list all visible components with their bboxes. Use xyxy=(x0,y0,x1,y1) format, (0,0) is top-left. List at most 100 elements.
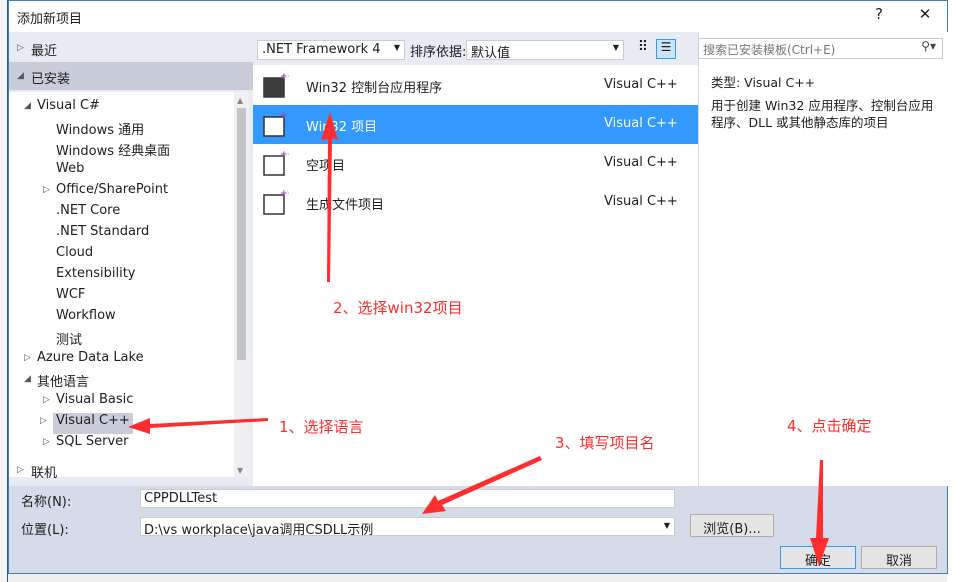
tree-item-label: Cloud xyxy=(56,245,94,260)
template-name: Win32 控制台应用程序 xyxy=(306,81,443,96)
title-bar: 添加新项目 xyxy=(9,1,947,32)
annotation-4: 4、点击确定 xyxy=(787,417,872,435)
name-input[interactable]: CPPDLLTest xyxy=(140,489,675,508)
cancel-button[interactable]: 取消 xyxy=(861,546,937,569)
scrollbar-thumb[interactable] xyxy=(237,108,246,360)
template-toolbar: .NET Framework 4 ▼ 排序依据: 默认值 ▼ ⠿ ☰ xyxy=(253,32,698,65)
search-placeholder: 搜索已安装模板(Ctrl+E) xyxy=(703,43,836,57)
svg-text:++: ++ xyxy=(280,150,289,160)
tree-item-label: Workflow xyxy=(56,308,116,323)
category-label: 已安装 xyxy=(31,72,71,87)
tree-item[interactable]: Windows 经典桌面 xyxy=(56,140,170,161)
category-online[interactable]: ▷ 联机 xyxy=(9,456,253,484)
tree-item-label: Windows 通用 xyxy=(56,123,145,138)
chevron-down-icon: ▼ xyxy=(393,43,400,52)
cpp-project-icon: ++ xyxy=(263,150,289,176)
tree-item[interactable]: Workflow xyxy=(56,308,116,329)
tree-item-label: Web xyxy=(56,161,85,176)
tree-item-label: .NET Core xyxy=(56,203,121,218)
template-description: 用于创建 Win32 应用程序、控制台应用程序、DLL 或其他静态库的项目 xyxy=(711,98,934,130)
template-language: Visual C++ xyxy=(604,155,678,170)
tree-item[interactable]: ◢ Visual C# xyxy=(24,98,100,119)
tree-item[interactable]: Extensibility xyxy=(56,266,136,287)
framework-value: .NET Framework 4 xyxy=(262,42,381,57)
location-input[interactable]: D:\vs workplace\java调用CSDLL示例 ▼ xyxy=(140,517,675,538)
browse-button[interactable]: 浏览(B)... xyxy=(690,514,774,537)
tree-item[interactable]: ▷ Visual C++ xyxy=(40,413,133,434)
tree-item[interactable]: WCF xyxy=(56,287,85,308)
tree-item-label: 其他语言 xyxy=(37,375,90,390)
tree-item[interactable]: 测试 xyxy=(56,329,82,350)
close-button[interactable]: ✕ xyxy=(913,5,937,27)
dialog-title: 添加新项目 xyxy=(17,12,83,27)
tree-item[interactable]: Cloud xyxy=(56,245,93,266)
category-label: 最近 xyxy=(31,44,58,59)
ok-button[interactable]: 确定 xyxy=(780,546,856,569)
tree-item[interactable]: ▷ Azure Data Lake xyxy=(24,350,144,371)
tree-item[interactable]: Web xyxy=(56,161,84,182)
sort-select[interactable]: 默认值 ▼ xyxy=(466,40,624,61)
tree-scrollbar[interactable]: ▲ ▼ xyxy=(234,92,249,477)
tree-item-label: Visual C# xyxy=(37,98,100,113)
collapse-icon[interactable]: ◢ xyxy=(24,101,31,111)
tree-item[interactable]: ▷ Visual Basic xyxy=(43,392,134,413)
expand-icon[interactable]: ▷ xyxy=(43,185,50,195)
sort-value: 默认值 xyxy=(471,46,511,61)
tree-item-label: Windows 经典桌面 xyxy=(56,144,171,159)
tree-item-label: WCF xyxy=(56,287,86,302)
tree-item[interactable]: ▷ Office/SharePoint xyxy=(43,182,169,203)
framework-select[interactable]: .NET Framework 4 ▼ xyxy=(257,40,405,60)
template-language: Visual C++ xyxy=(604,194,678,209)
tree-item[interactable]: Windows 通用 xyxy=(56,119,144,140)
category-recent[interactable]: ▷ 最近 xyxy=(9,34,253,62)
tree-item-label: SQL Server xyxy=(56,434,129,449)
template-item[interactable]: ++ 空项目 Visual C++ xyxy=(253,144,698,183)
collapse-icon[interactable]: ◢ xyxy=(24,374,31,384)
list-view-icon[interactable]: ☰ xyxy=(656,39,676,59)
tree-item-label: Visual Basic xyxy=(56,392,134,407)
expand-icon[interactable]: ▷ xyxy=(24,353,31,363)
tree-item-label: Office/SharePoint xyxy=(56,182,169,197)
expand-icon[interactable]: ▷ xyxy=(40,416,47,426)
tree-item[interactable]: .NET Core xyxy=(56,203,120,224)
svg-text:++: ++ xyxy=(280,72,289,82)
chevron-down-icon: ▼ xyxy=(612,43,619,52)
help-button[interactable]: ? xyxy=(867,5,891,27)
sort-label: 排序依据: xyxy=(410,45,467,60)
template-language: Visual C++ xyxy=(604,77,678,92)
template-type: 类型: Visual C++ xyxy=(711,75,816,90)
scroll-up-icon[interactable]: ▲ xyxy=(237,96,243,105)
search-input[interactable]: 搜索已安装模板(Ctrl+E) ⚲▾ xyxy=(698,38,943,59)
annotation-3: 3、填写项目名 xyxy=(555,434,655,452)
tree-item-label: Visual C++ xyxy=(56,413,130,428)
template-item[interactable]: ++ Win32 控制台应用程序 Visual C++ xyxy=(253,66,698,105)
svg-text:++: ++ xyxy=(280,189,289,199)
cpp-project-icon: ++ xyxy=(263,189,289,215)
expand-icon[interactable]: ▷ xyxy=(43,437,50,447)
category-installed[interactable]: ◢ 已安装 xyxy=(9,62,253,90)
search-icon: ⚲▾ xyxy=(921,39,936,53)
tree-item-label: Extensibility xyxy=(56,266,136,281)
annotation-1: 1、选择语言 xyxy=(279,418,364,436)
category-label: 联机 xyxy=(31,466,58,481)
background-window-right xyxy=(947,0,955,582)
template-item[interactable]: ++ 生成文件项目 Visual C++ xyxy=(253,183,698,222)
tree-item[interactable]: ◢ 其他语言 xyxy=(24,371,90,392)
location-value: D:\vs workplace\java调用CSDLL示例 xyxy=(144,523,374,538)
background-window xyxy=(0,0,8,582)
tree-item[interactable]: .NET Standard xyxy=(56,224,149,245)
grid-view-icon[interactable]: ⠿ xyxy=(633,39,653,59)
chevron-down-icon: ▼ xyxy=(663,521,670,530)
tree-item[interactable]: ▷ SQL Server xyxy=(43,434,129,455)
category-panel: ▷ 最近 ◢ 已安装 ◢ Visual C# Windows 通用 Windows 经典桌… xyxy=(9,32,253,486)
template-item[interactable]: ++ Win32 项目 Visual C++ xyxy=(253,105,698,144)
tree-item-label: 测试 xyxy=(56,333,83,348)
cpp-project-icon: ++ xyxy=(263,72,289,98)
cpp-project-icon: ++ xyxy=(263,111,289,137)
location-label: 位置(L): xyxy=(21,523,69,538)
tree-item-label: .NET Standard xyxy=(56,224,150,239)
expand-icon[interactable]: ▷ xyxy=(43,395,50,405)
name-label: 名称(N): xyxy=(21,495,72,510)
expand-icon: ▷ xyxy=(17,43,24,53)
template-name: Win32 项目 xyxy=(306,120,378,135)
